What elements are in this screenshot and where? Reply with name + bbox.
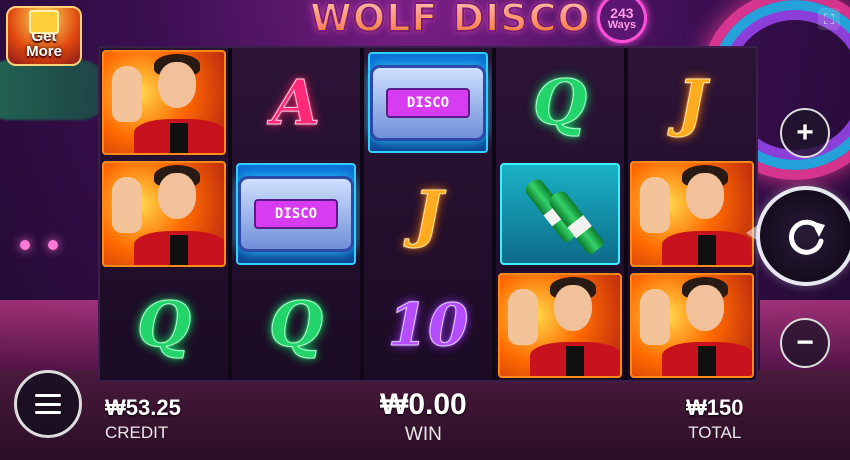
- menu-button[interactable]: [14, 370, 82, 438]
- bet-decrease-button[interactable]: −: [780, 318, 830, 368]
- reel-cell: [496, 159, 624, 268]
- letter-symbol: Q: [136, 288, 191, 362]
- wild-singer-symbol: [630, 161, 754, 267]
- reel-cell: J: [364, 159, 492, 268]
- pager-screen-text: DISCO: [386, 87, 470, 118]
- letter-symbol: 10: [387, 291, 469, 360]
- pager-symbol: DISCO: [370, 64, 486, 141]
- wild-singer-symbol: [102, 161, 226, 267]
- credit-display: ₩53.25 CREDIT: [105, 395, 181, 443]
- reel-cell: DISCO: [232, 159, 360, 268]
- get-more-button[interactable]: Get More: [6, 6, 82, 66]
- win-value: ₩0.00: [380, 388, 467, 421]
- letter-symbol: Q: [532, 65, 587, 139]
- reel-cell: [628, 271, 756, 380]
- minus-icon: −: [796, 326, 814, 359]
- game-logo: WOLF DISCO 243 Ways: [309, 0, 647, 43]
- reel-cell: [100, 159, 228, 268]
- reel-cell: Q: [232, 271, 360, 380]
- game-title: WOLF DISCO: [309, 0, 591, 41]
- wild-singer-symbol: [630, 272, 754, 378]
- plus-icon: +: [796, 116, 814, 149]
- reel-2: A DISCO Q: [232, 48, 360, 380]
- game-screen: Get More WOLF DISCO 243 Ways ⛶ Q A DISCO Q D…: [0, 0, 850, 460]
- wild-singer-symbol: [102, 50, 226, 156]
- background-lamp: [48, 240, 58, 250]
- background-rail-left: [0, 300, 100, 370]
- fullscreen-icon[interactable]: ⛶: [818, 8, 840, 30]
- bottles-symbol: [500, 163, 620, 265]
- reel-4: Q: [496, 48, 624, 380]
- gift-icon: [29, 10, 59, 34]
- ways-badge: 243 Ways: [596, 0, 647, 43]
- total-bet-display: ₩150 TOTAL: [686, 395, 743, 443]
- ways-label: Ways: [607, 18, 637, 31]
- reel-cell: Q: [100, 271, 228, 380]
- background-lamp: [20, 240, 30, 250]
- wild-singer-symbol: [498, 272, 622, 378]
- reel-cell: A: [232, 48, 360, 157]
- pager-screen-text: DISCO: [254, 198, 338, 229]
- reel-5: J: [628, 48, 756, 380]
- ways-number: 243: [610, 4, 634, 21]
- total-label: TOTAL: [688, 423, 742, 442]
- hamburger-icon: [35, 394, 61, 414]
- spin-button[interactable]: [756, 186, 850, 286]
- reel-grid: Q A DISCO Q DISCO J 10 Q J: [98, 46, 758, 382]
- reel-cell: Q: [496, 48, 624, 157]
- credit-value: ₩53.25: [105, 395, 181, 420]
- win-label: WIN: [404, 424, 442, 445]
- reel-cell: [628, 159, 756, 268]
- reel-cell: [496, 271, 624, 380]
- win-display: ₩0.00 WIN: [380, 388, 467, 446]
- reel-cell: 10: [364, 271, 492, 380]
- bet-increase-button[interactable]: +: [780, 108, 830, 158]
- reel-cell: J: [628, 48, 756, 157]
- pager-symbol: DISCO: [238, 175, 354, 252]
- refresh-icon: [788, 219, 825, 255]
- reel-cell: DISCO: [364, 48, 492, 157]
- letter-symbol: J: [677, 65, 707, 139]
- credit-label: CREDIT: [105, 423, 169, 442]
- background-neon-dragon: [0, 60, 110, 120]
- reel-3: DISCO J 10: [364, 48, 492, 380]
- letter-symbol: A: [271, 65, 321, 139]
- reel-cell: [100, 48, 228, 157]
- letter-symbol: Q: [268, 288, 323, 362]
- get-more-label-line2: More: [26, 43, 62, 61]
- total-value: ₩150: [686, 395, 744, 420]
- letter-symbol: J: [413, 176, 443, 250]
- reel-1: Q: [100, 48, 228, 380]
